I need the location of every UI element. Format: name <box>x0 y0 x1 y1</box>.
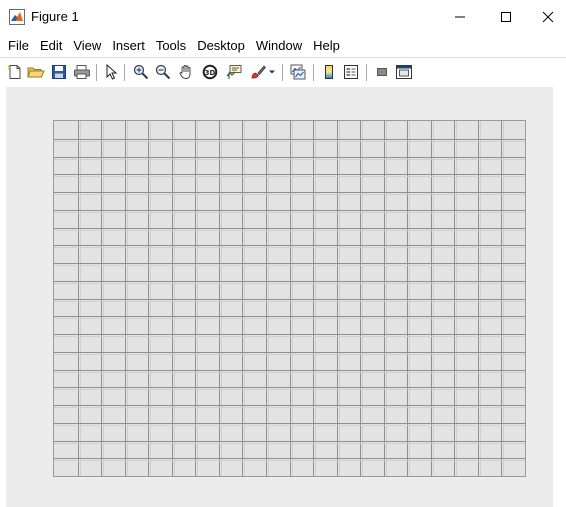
svg-text:3D: 3D <box>205 69 216 77</box>
menu-help[interactable]: Help <box>313 37 340 55</box>
toolbar-separator <box>96 64 97 81</box>
pan-hand-icon <box>179 65 191 79</box>
open-file-button[interactable] <box>26 62 46 82</box>
link-plot-button[interactable] <box>288 62 308 82</box>
menu-desktop[interactable]: Desktop <box>197 37 245 55</box>
zoom-out-icon <box>155 64 171 80</box>
legend-icon <box>344 65 358 79</box>
rotate-3d-icon: 3D <box>202 64 218 80</box>
brush-icon <box>251 65 266 79</box>
print-button[interactable] <box>72 62 92 82</box>
pointer-icon <box>106 64 118 80</box>
close-icon <box>542 11 554 23</box>
show-plot-tools-button[interactable] <box>394 62 414 82</box>
save-icon <box>52 65 66 79</box>
plot-axes[interactable] <box>53 120 526 477</box>
toolbar-separator <box>124 64 125 81</box>
toolbar-separator <box>282 64 283 81</box>
pointer-button[interactable] <box>101 62 121 82</box>
close-button[interactable] <box>530 0 566 34</box>
maximize-button[interactable] <box>483 0 529 34</box>
figure-window: Figure 1 File Edit View Insert Tools Des… <box>0 0 566 507</box>
window-title: Figure 1 <box>31 9 79 24</box>
toolbar-separator <box>313 64 314 81</box>
new-figure-icon <box>7 65 21 79</box>
legend-button[interactable] <box>341 62 361 82</box>
matlab-logo-icon <box>9 9 25 25</box>
colorbar-icon <box>325 65 333 79</box>
menu-view[interactable]: View <box>73 37 101 55</box>
maximize-icon <box>501 12 511 22</box>
save-button[interactable] <box>49 62 69 82</box>
chevron-down-icon <box>269 70 275 74</box>
brush-button[interactable] <box>248 62 268 82</box>
open-file-icon <box>27 67 45 78</box>
grid-lines <box>54 121 525 476</box>
zoom-in-icon <box>133 64 149 80</box>
hide-plot-tools-icon <box>377 68 387 76</box>
minimize-icon <box>455 16 465 18</box>
brush-dropdown[interactable] <box>266 62 278 82</box>
data-cursor-button[interactable] <box>224 62 244 82</box>
data-cursor-icon <box>226 65 242 79</box>
menu-tools[interactable]: Tools <box>156 37 186 55</box>
hide-plot-tools-button[interactable] <box>372 62 392 82</box>
menu-window[interactable]: Window <box>256 37 302 55</box>
link-plot-icon <box>290 64 306 80</box>
rotate-3d-button[interactable]: 3D <box>200 62 220 82</box>
figure-toolbar: 3D <box>0 57 566 85</box>
zoom-in-button[interactable] <box>131 62 151 82</box>
colorbar-button[interactable] <box>319 62 339 82</box>
menu-file[interactable]: File <box>8 37 29 55</box>
minimize-button[interactable] <box>437 0 483 34</box>
menu-bar: File Edit View Insert Tools Desktop Wind… <box>0 36 566 56</box>
new-figure-button[interactable] <box>5 62 25 82</box>
menu-insert[interactable]: Insert <box>112 37 145 55</box>
show-plot-tools-icon <box>396 65 412 79</box>
print-icon <box>74 65 90 79</box>
toolbar-separator <box>366 64 367 81</box>
title-bar[interactable]: Figure 1 <box>0 0 566 34</box>
figure-canvas[interactable] <box>6 87 553 507</box>
menu-edit[interactable]: Edit <box>40 37 62 55</box>
zoom-out-button[interactable] <box>153 62 173 82</box>
pan-button[interactable] <box>176 62 196 82</box>
